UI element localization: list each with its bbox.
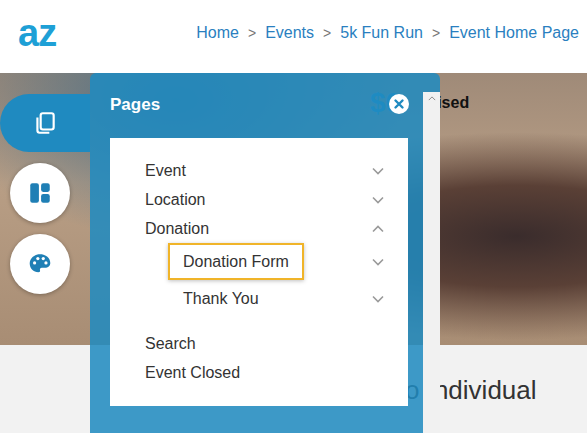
page-label[interactable]: Thank You: [168, 280, 274, 317]
pages-panel: Pages Event Location Donation Donation FormT…: [90, 73, 440, 433]
page-label[interactable]: Donation Form: [168, 243, 304, 280]
page-group: Search Event Closed: [110, 329, 408, 387]
page-label[interactable]: Location: [145, 191, 206, 209]
layout-icon: [27, 180, 53, 206]
logo[interactable]: az: [18, 12, 56, 55]
page-item[interactable]: Thank You: [110, 280, 408, 317]
chevron-up-icon[interactable]: [372, 225, 384, 233]
chevron-down-icon[interactable]: [372, 167, 384, 175]
page-label[interactable]: Event: [145, 162, 186, 180]
page-item[interactable]: Location: [110, 185, 408, 214]
screen: az Home > Events >5k Fun Run > Event Home Page…: [0, 0, 587, 433]
copy-icon: [32, 110, 58, 136]
page-label[interactable]: Donation: [145, 220, 209, 238]
page-group: Event Location Donation Donation FormThank …: [110, 156, 408, 317]
breadcrumb-separator: >: [323, 25, 331, 41]
breadcrumb-separator: >: [432, 25, 440, 41]
chevron-down-icon[interactable]: [372, 258, 384, 266]
panel-title: Pages: [110, 95, 160, 114]
breadcrumb-link[interactable]: 5k Fun Run: [340, 24, 423, 42]
chevron-down-icon[interactable]: [372, 196, 384, 204]
top-bar: az Home > Events >5k Fun Run > Event Home Page: [0, 0, 587, 73]
page-item[interactable]: Search: [110, 329, 408, 358]
breadcrumb-link[interactable]: Event Home Page: [449, 24, 579, 42]
layout-tool-button[interactable]: [10, 163, 70, 223]
page-label[interactable]: Search: [145, 335, 196, 353]
breadcrumb-link[interactable]: Home: [196, 24, 239, 42]
tool-rail: [0, 94, 90, 294]
breadcrumb-separator: >: [248, 25, 256, 41]
breadcrumb-link[interactable]: Events: [265, 24, 314, 42]
scroll-up-icon[interactable]: [428, 96, 436, 101]
pages-tool-button[interactable]: [0, 94, 90, 152]
close-button[interactable]: [389, 94, 409, 114]
page-item[interactable]: Event Closed: [110, 358, 408, 387]
panel-header: Pages: [90, 73, 440, 138]
theme-tool-button[interactable]: [10, 234, 70, 294]
page-label[interactable]: Event Closed: [145, 364, 240, 382]
page-list: Event Location Donation Donation FormThank …: [110, 138, 408, 406]
page-item[interactable]: Event: [110, 156, 408, 185]
scrollbar[interactable]: [423, 92, 440, 433]
breadcrumbs: Home > Events >5k Fun Run > Event Home Page: [196, 24, 579, 42]
page-item[interactable]: Donation Form: [110, 243, 408, 280]
chevron-down-icon[interactable]: [372, 295, 384, 303]
close-icon: [389, 94, 409, 114]
palette-icon: [27, 251, 53, 277]
page-item[interactable]: Donation: [110, 214, 408, 243]
raised-label: ised: [437, 94, 469, 112]
